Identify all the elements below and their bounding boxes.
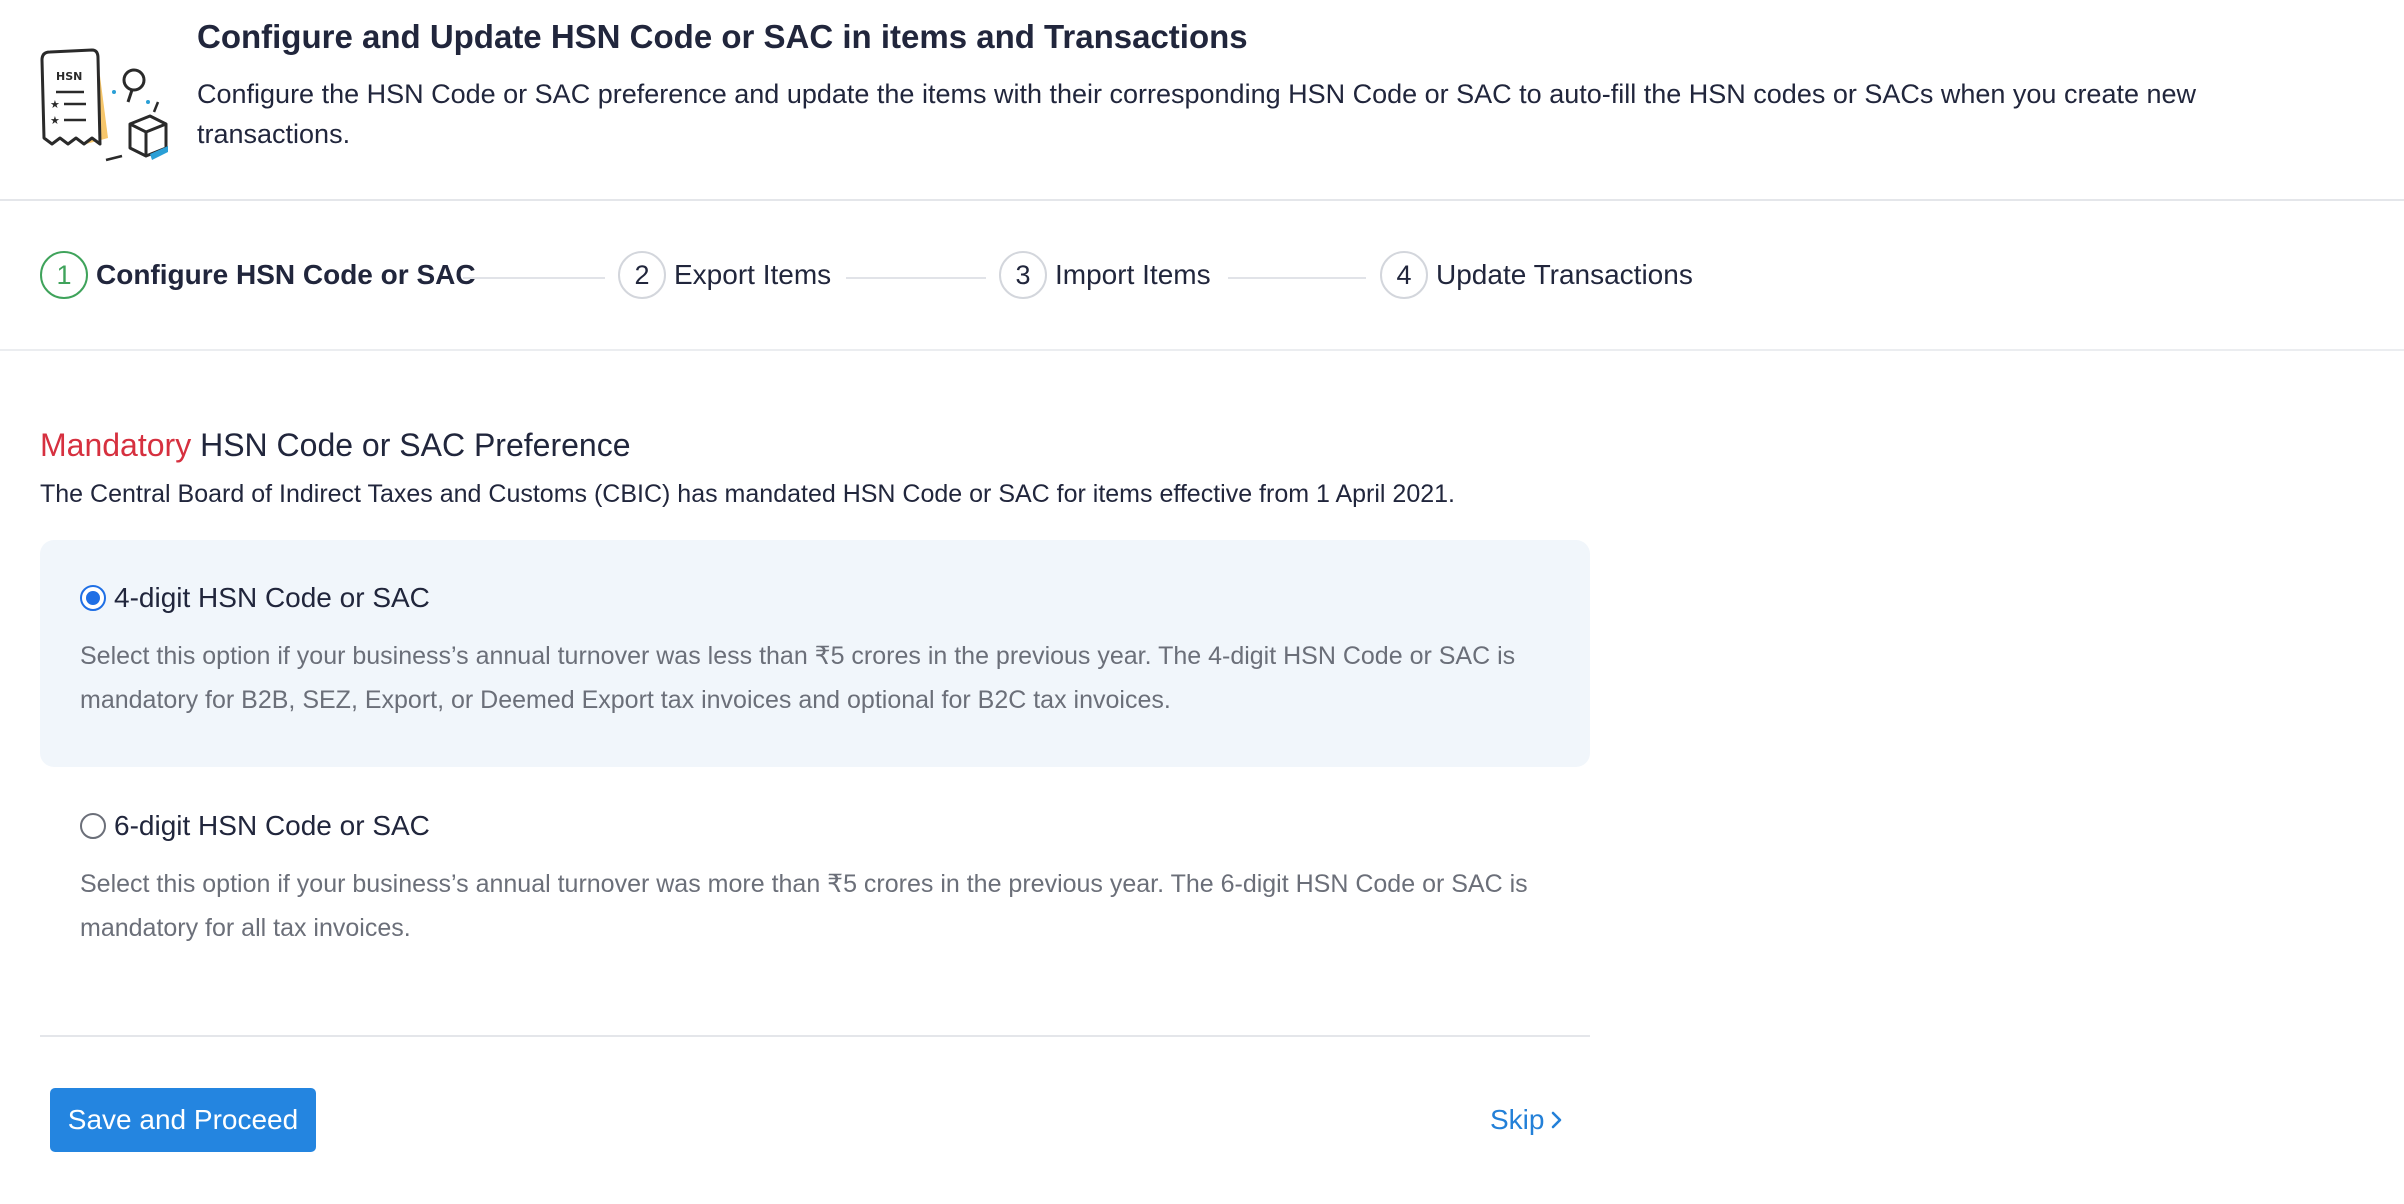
option-header[interactable]: 4-digit HSN Code or SAC <box>80 582 430 614</box>
step-label: Export Items <box>674 259 832 290</box>
step-import-items[interactable]: 3 Import Items <box>999 251 1211 299</box>
step-label: Import Items <box>1055 259 1211 290</box>
step-number: 4 <box>1380 251 1428 299</box>
option-4-digit[interactable]: 4-digit HSN Code or SAC Select this opti… <box>40 540 1590 767</box>
step-connector <box>846 277 986 279</box>
step-label: Update Transactions <box>1436 259 1693 290</box>
step-number: 1 <box>40 251 88 299</box>
chevron-right-icon <box>1552 1111 1562 1129</box>
svg-text:★: ★ <box>50 114 60 127</box>
step-connector <box>463 277 605 279</box>
mandatory-label: Mandatory <box>40 427 192 463</box>
step-label: Configure HSN Code or SAC <box>96 259 476 290</box>
option-6-digit[interactable]: 6-digit HSN Code or SAC Select this opti… <box>40 768 1590 978</box>
option-label[interactable]: 6-digit HSN Code or SAC <box>114 810 430 842</box>
hsn-illustration-icon: HSN ★ ★ <box>34 40 174 168</box>
step-configure[interactable]: 1 Configure HSN Code or SAC <box>40 251 476 299</box>
preference-title: Mandatory HSN Code or SAC Preference <box>40 427 630 464</box>
skip-link[interactable]: Skip <box>1490 1100 1564 1140</box>
preference-description: The Central Board of Indirect Taxes and … <box>40 480 1455 508</box>
progress-stepper: 1 Configure HSN Code or SAC 2 Export Ite… <box>0 203 2404 351</box>
option-label[interactable]: 4-digit HSN Code or SAC <box>114 582 430 614</box>
page-header: HSN ★ ★ Configure and Update HSN Code or… <box>0 0 2404 201</box>
radio-4-digit[interactable] <box>80 585 106 611</box>
skip-label[interactable]: Skip <box>1490 1104 1544 1136</box>
preference-title-text: HSN Code or SAC Preference <box>191 427 631 463</box>
step-update-transactions[interactable]: 4 Update Transactions <box>1380 251 1693 299</box>
footer-divider <box>40 1035 1590 1037</box>
page-description: Configure the HSN Code or SAC preference… <box>197 79 2197 149</box>
step-number: 3 <box>999 251 1047 299</box>
step-export-items[interactable]: 2 Export Items <box>618 251 831 299</box>
page-title: Configure and Update HSN Code or SAC in … <box>197 18 1248 55</box>
save-and-proceed-button[interactable]: Save and Proceed <box>50 1088 316 1152</box>
radio-6-digit[interactable] <box>80 813 106 839</box>
svg-text:HSN: HSN <box>56 70 82 83</box>
step-number: 2 <box>618 251 666 299</box>
option-header[interactable]: 6-digit HSN Code or SAC <box>80 810 430 842</box>
option-description: Select this option if your business’s an… <box>80 642 1516 714</box>
step-connector <box>1228 277 1366 279</box>
svg-text:★: ★ <box>50 98 60 111</box>
option-description: Select this option if your business’s an… <box>80 870 1528 942</box>
